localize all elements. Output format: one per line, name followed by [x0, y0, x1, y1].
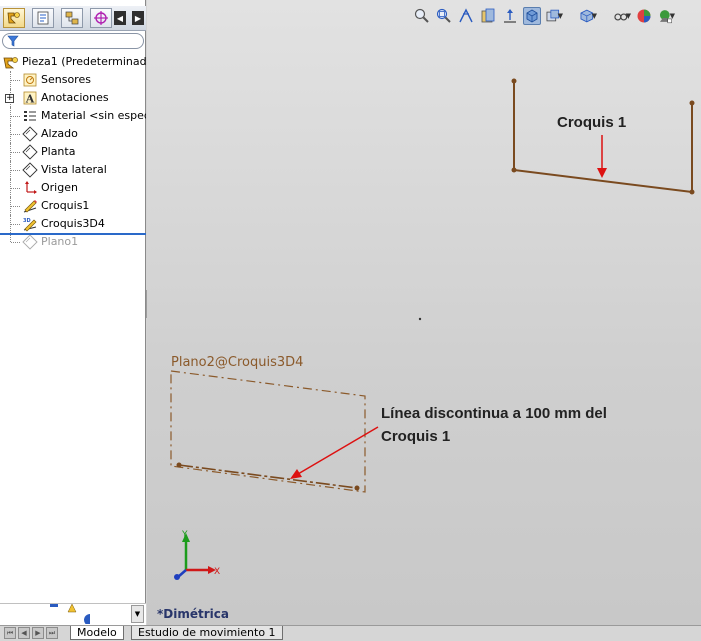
tab-next-button[interactable]: ▶: [32, 627, 44, 639]
tree-item-anotaciones[interactable]: + A Anotaciones: [0, 89, 146, 107]
tree-connector: [11, 80, 20, 81]
croquis1-arrow: [597, 135, 607, 178]
tree-connector: [11, 134, 20, 135]
viewport-point: [418, 317, 422, 321]
filter-icon: [7, 35, 19, 47]
tree-connector: [11, 224, 20, 225]
feature-manager-panel: ◀ ▶ Pieza1 (Predeterminado< Sensores: [0, 0, 146, 626]
plane-icon: [22, 126, 38, 142]
feature-filter-input[interactable]: [2, 33, 144, 49]
sketch3d-icon: 3D: [23, 218, 37, 232]
tree-item-label: Origen: [41, 181, 78, 194]
panel-scroll-down-button[interactable]: ▼: [131, 605, 144, 623]
feature-tree: Pieza1 (Predeterminado< Sensores + A Ano…: [0, 53, 146, 251]
dimxpert-manager-tab[interactable]: [90, 8, 112, 28]
tab-estudio-movimiento[interactable]: Estudio de movimiento 1: [131, 626, 283, 640]
plane2-label: Plano2@Croquis3D4: [171, 355, 303, 370]
tab-prev-button[interactable]: ◀: [18, 627, 30, 639]
tree-connector: [11, 152, 20, 153]
offset-dashed-line[interactable]: [176, 462, 360, 491]
plane-icon: [22, 144, 38, 160]
display-pane-icon: [50, 604, 90, 624]
tree-item-origen[interactable]: Origen: [0, 179, 146, 197]
tree-item-label: Croquis1: [41, 199, 90, 212]
tree-item-label: Croquis3D4: [41, 217, 105, 230]
sketch-icon: [23, 200, 37, 213]
tree-item-label: Planta: [41, 145, 76, 158]
property-manager-icon: [37, 11, 49, 25]
triad-y-label: Y: [181, 530, 188, 540]
tab-modelo[interactable]: Modelo: [70, 626, 124, 640]
feature-manager-tab[interactable]: [3, 8, 25, 28]
panel-bottom-area: ▼: [0, 603, 146, 626]
tree-item-sensores[interactable]: Sensores: [0, 71, 146, 89]
material-icon: [24, 111, 36, 121]
svg-text:3D: 3D: [23, 218, 31, 224]
rollback-bar[interactable]: [0, 233, 146, 235]
tree-item-material[interactable]: Material <sin especific: [0, 107, 146, 125]
croquis1-annotation: Croquis 1: [557, 114, 626, 131]
tree-connector: [11, 188, 20, 189]
svg-text:A: A: [25, 93, 35, 106]
sensors-icon: [23, 73, 37, 87]
expand-toggle[interactable]: +: [5, 94, 14, 103]
tree-root-part[interactable]: Pieza1 (Predeterminado<: [0, 53, 146, 71]
plane-icon: [22, 234, 38, 250]
dimxpert-icon: [94, 11, 108, 25]
tab-last-button[interactable]: ⏭: [46, 627, 58, 639]
root-label: Pieza1 (Predeterminado<: [22, 55, 146, 68]
bottom-tab-strip: ⏮ ◀ ▶ ⏭ Modelo Estudio de movimiento 1: [0, 625, 701, 641]
dashed-line-annotation-line1: Línea discontinua a 100 mm del: [381, 405, 607, 422]
tab-scroll-right-button[interactable]: ▶: [132, 11, 144, 25]
triad-x-label: X: [214, 567, 220, 577]
plane2-boundary[interactable]: [170, 370, 366, 493]
tab-scroll-left-button[interactable]: ◀: [114, 11, 126, 25]
feature-manager-icon: [7, 12, 20, 24]
part-icon: [3, 57, 18, 69]
tree-connector: [11, 242, 20, 243]
tree-item-croquis3d4[interactable]: 3D Croquis3D4: [0, 215, 146, 233]
configuration-manager-icon: [65, 11, 79, 25]
view-orientation-label: *Dimétrica: [157, 607, 229, 621]
tree-item-label: Anotaciones: [41, 91, 109, 104]
sketch-points: [511, 78, 695, 195]
tree-item-label: Plano1: [41, 235, 79, 248]
origin-icon: [25, 181, 37, 194]
dashed-line-annotation-line2: Croquis 1: [381, 428, 450, 445]
tree-connector: [11, 206, 20, 207]
tree-connector: [11, 116, 20, 117]
tab-first-button[interactable]: ⏮: [4, 627, 16, 639]
tree-item-label: Material <sin especific: [41, 109, 146, 122]
tree-item-label: Sensores: [41, 73, 91, 86]
tree-item-label: Alzado: [41, 127, 78, 140]
property-manager-tab[interactable]: [32, 8, 54, 28]
reference-triad: Y X: [174, 530, 220, 580]
model-viewport: Croquis 1 Plano2@Croquis3D4 Línea discon…: [170, 78, 695, 580]
tree-item-label: Vista lateral: [41, 163, 107, 176]
annotations-icon: A: [23, 91, 37, 106]
plane-icon: [22, 162, 38, 178]
tree-item-vista-lateral[interactable]: Vista lateral: [0, 161, 146, 179]
configuration-manager-tab[interactable]: [61, 8, 83, 28]
tree-item-alzado[interactable]: Alzado: [0, 125, 146, 143]
panel-tab-bar: ◀ ▶: [0, 6, 146, 31]
tree-item-croquis1[interactable]: Croquis1: [0, 197, 146, 215]
tree-item-planta[interactable]: Planta: [0, 143, 146, 161]
tree-connector: [11, 170, 20, 171]
tree-item-plano1[interactable]: Plano1: [0, 233, 146, 251]
